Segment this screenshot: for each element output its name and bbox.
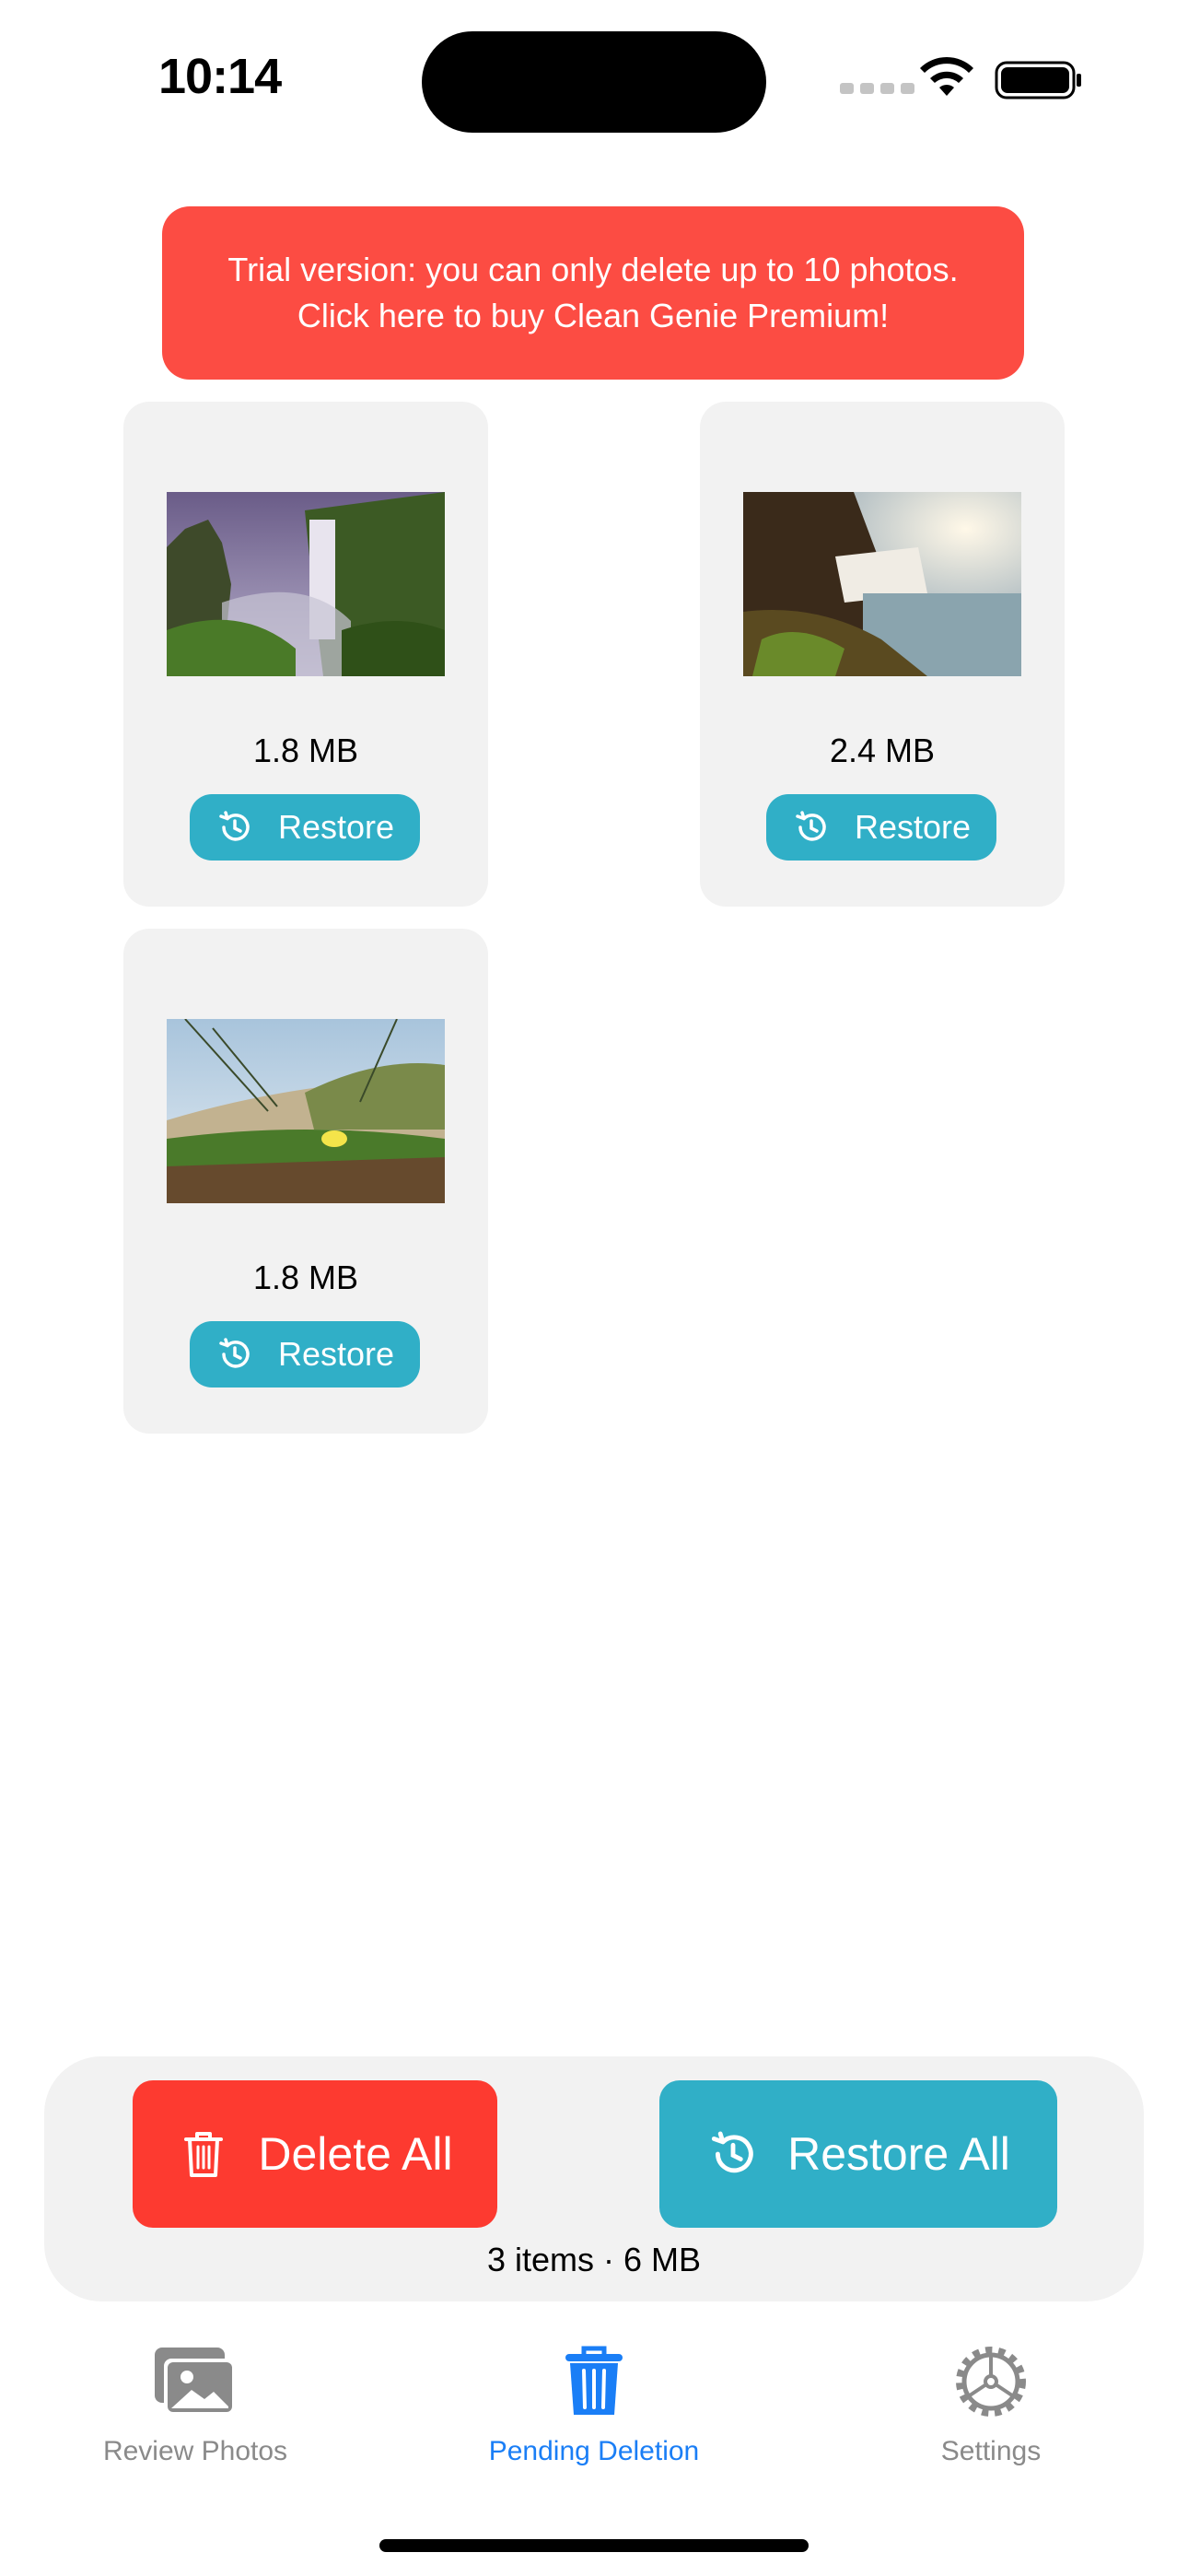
photo-size: 1.8 MB <box>252 732 359 769</box>
photo-card: 2.4 MB Restore <box>700 402 1065 907</box>
tab-bar: Review Photos Pending Deletion Settings <box>0 2340 1188 2506</box>
restore-button[interactable]: Restore <box>190 1321 420 1388</box>
restore-label: Restore <box>854 808 972 846</box>
waterfall-sunlit-photo-thumbnail[interactable] <box>743 492 1021 676</box>
cellular-signal-icon <box>840 83 914 94</box>
bulk-action-panel: Delete All Restore All 3 items · 6 MB <box>44 2056 1144 2301</box>
trash-icon <box>184 2132 224 2177</box>
restore-icon <box>219 1338 250 1368</box>
home-indicator[interactable] <box>379 2539 809 2552</box>
trial-banner-line-2: Click here to buy Clean Genie Premium! <box>297 297 890 334</box>
trial-banner[interactable]: Trial version: you can only delete up to… <box>162 206 1024 380</box>
photo-card: 1.8 MB Restore <box>123 402 488 907</box>
restore-all-label: Restore All <box>787 2128 1010 2180</box>
restore-icon <box>711 2131 753 2173</box>
tab-settings[interactable]: Settings <box>844 2340 1138 2488</box>
tab-label: Pending Deletion <box>488 2436 700 2466</box>
tab-pending-deletion[interactable]: Pending Deletion <box>447 2340 741 2488</box>
dynamic-island <box>422 31 766 133</box>
restore-button[interactable]: Restore <box>190 794 420 861</box>
restore-icon <box>796 811 826 841</box>
photos-icon <box>155 2348 236 2416</box>
dune-flower-photo-thumbnail[interactable] <box>167 1019 445 1203</box>
status-bar: 10:14 <box>0 0 1188 157</box>
trial-banner-line-1: Trial version: you can only delete up to… <box>227 251 959 288</box>
tab-review-photos[interactable]: Review Photos <box>48 2340 343 2488</box>
wifi-icon <box>920 56 973 96</box>
gear-icon <box>956 2347 1026 2417</box>
restore-label: Restore <box>277 808 395 846</box>
photo-card: 1.8 MB Restore <box>123 929 488 1434</box>
restore-label: Restore <box>277 1335 395 1373</box>
battery-icon <box>995 61 1081 100</box>
waterfall-photo-thumbnail[interactable] <box>167 492 445 676</box>
restore-button[interactable]: Restore <box>766 794 996 861</box>
pending-summary: 3 items · 6 MB <box>486 2241 702 2278</box>
trash-icon <box>565 2346 623 2415</box>
tab-label: Review Photos <box>102 2436 288 2466</box>
delete-all-button[interactable]: Delete All <box>133 2080 497 2228</box>
photo-size: 2.4 MB <box>829 732 936 769</box>
photo-size: 1.8 MB <box>252 1259 359 1296</box>
restore-all-button[interactable]: Restore All <box>659 2080 1057 2228</box>
status-time: 10:14 <box>158 49 282 104</box>
delete-all-label: Delete All <box>258 2128 453 2180</box>
restore-icon <box>219 811 250 841</box>
tab-label: Settings <box>940 2436 1042 2466</box>
